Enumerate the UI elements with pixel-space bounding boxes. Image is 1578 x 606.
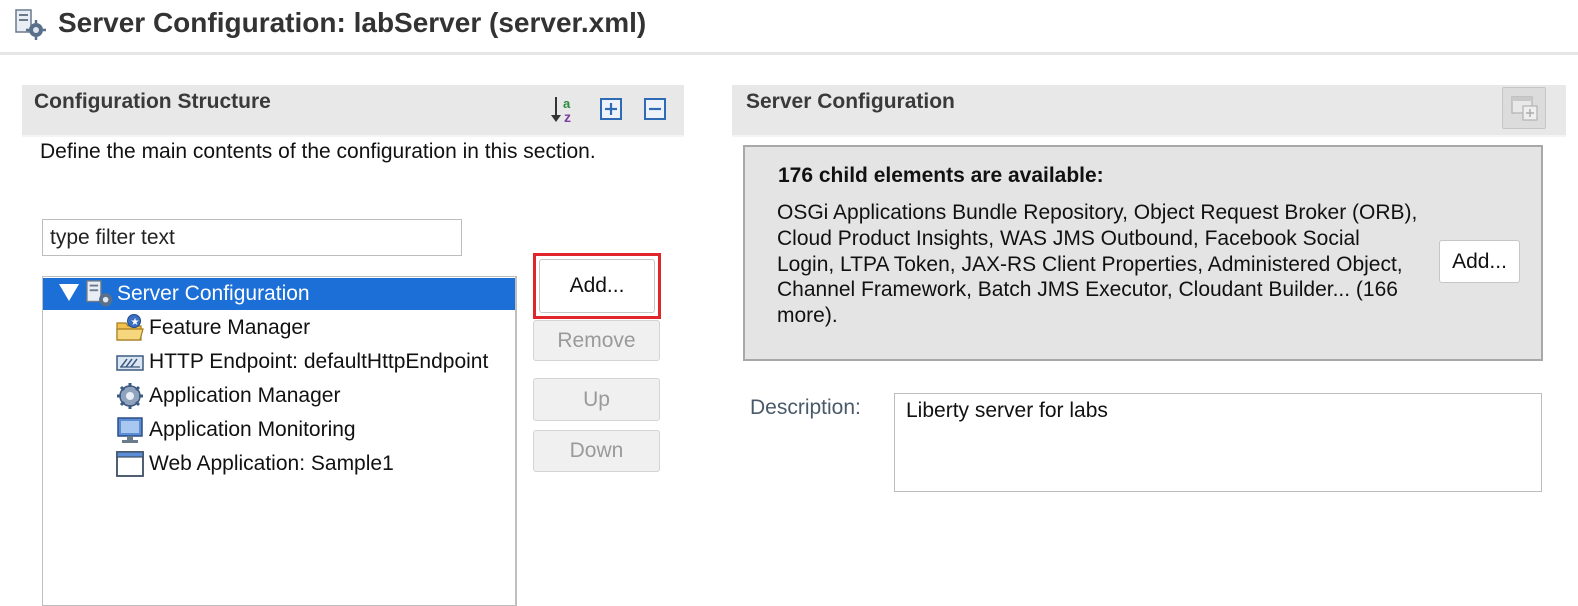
tree-item-label: Web Application: Sample1 (149, 452, 394, 475)
server-config-icon (14, 8, 46, 40)
tree-item-label: Application Manager (149, 384, 341, 407)
feature-manager-icon: ★ (115, 313, 145, 343)
tree-item-http-endpoint[interactable]: HTTP Endpoint: defaultHttpEndpoint (43, 346, 515, 378)
move-down-button[interactable]: Down (533, 430, 660, 472)
available-elements-list: OSGi Applications Bundle Repository, Obj… (777, 201, 1418, 328)
sort-az-icon[interactable]: a z (550, 94, 580, 125)
add-window-icon[interactable] (1502, 87, 1546, 129)
tree-item-label: Application Monitoring (149, 418, 356, 441)
tree-filter-input[interactable] (42, 219, 462, 256)
server-config-icon (85, 279, 115, 309)
tree-item-application-manager[interactable]: Application Manager (43, 380, 515, 412)
configuration-tree[interactable]: Server Configuration ★ Feature Manager H… (42, 276, 517, 606)
tree-item-label: Server Configuration (117, 282, 310, 305)
tree-item-label: Feature Manager (149, 316, 311, 339)
title-divider (0, 52, 1578, 55)
collapse-all-icon[interactable] (640, 94, 670, 124)
description-label: Description: (750, 396, 861, 419)
section-description: Define the main contents of the configur… (40, 140, 596, 163)
monitor-icon (115, 415, 145, 445)
expand-all-icon[interactable] (596, 94, 626, 124)
description-field[interactable]: Liberty server for labs (894, 393, 1542, 492)
application-manager-icon (115, 381, 145, 411)
tree-item-application-monitoring[interactable]: Application Monitoring (43, 414, 515, 446)
http-endpoint-icon (115, 347, 145, 377)
tree-item-server-configuration[interactable]: Server Configuration (43, 278, 515, 310)
web-application-icon (115, 449, 145, 479)
tree-item-feature-manager[interactable]: ★ Feature Manager (43, 312, 515, 344)
tree-item-web-application[interactable]: Web Application: Sample1 (43, 448, 515, 480)
expand-arrow-icon[interactable] (59, 284, 79, 301)
add-child-element-button[interactable]: Add... (1439, 240, 1520, 283)
available-elements-title: 176 child elements are available: (778, 164, 1104, 187)
configuration-structure-title: Configuration Structure (34, 90, 271, 113)
tree-item-label: HTTP Endpoint: defaultHttpEndpoint (149, 350, 489, 373)
highlight-box (533, 253, 661, 319)
svg-text:z: z (564, 109, 571, 124)
server-configuration-title: Server Configuration (746, 90, 955, 113)
remove-button[interactable]: Remove (533, 320, 660, 361)
editor-title: Server Configuration: labServer (server.… (58, 7, 647, 38)
svg-text:★: ★ (131, 317, 140, 328)
move-up-button[interactable]: Up (533, 378, 660, 421)
